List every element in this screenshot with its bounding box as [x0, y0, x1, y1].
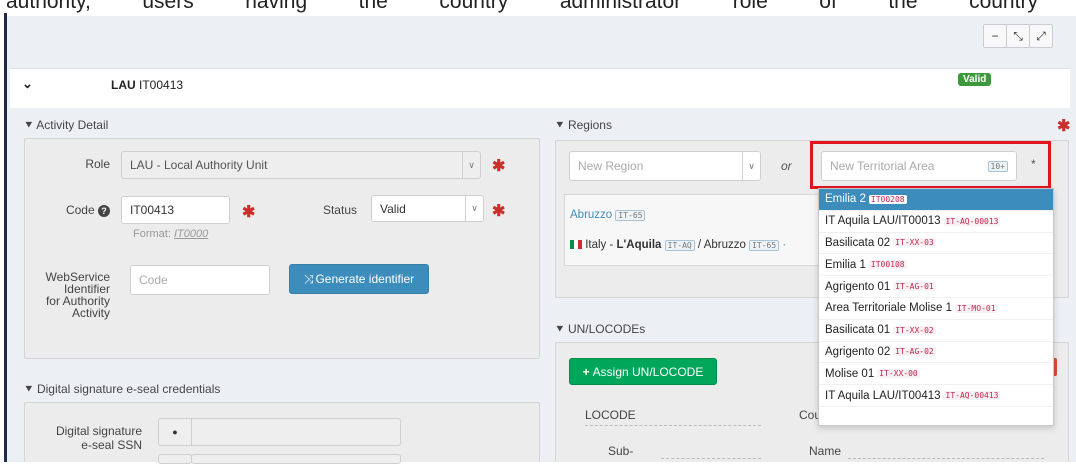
doc-word: administrator — [559, 0, 682, 13]
lau-prefix: LAU — [111, 78, 136, 92]
doc-word: authority, — [6, 0, 91, 13]
dropdown-option[interactable]: Area Territoriale Molise 1 IT-MO-01 — [819, 298, 1053, 320]
doc-word: role — [732, 0, 768, 13]
role-select[interactable]: LAU - Local Authority Unit ∨ — [121, 151, 481, 179]
chevron-down-icon: ⯆ — [555, 322, 565, 336]
dropdown-option[interactable]: IT Aquila LAU/IT00413 IT-AQ-00413 — [819, 385, 1053, 407]
sub-value-line — [661, 458, 761, 459]
format-hint: Format: IT0000 — [133, 228, 209, 240]
code-field[interactable]: IT00413 — [121, 196, 230, 224]
dropdown-option[interactable]: Molise 01 IT-XX-00 — [819, 363, 1053, 386]
window-controls: − ⤡ ⤢ — [983, 24, 1053, 48]
signature-section-title[interactable]: ⯆ Digital signature e-seal credentials — [24, 382, 220, 397]
status-badge: Valid — [958, 73, 992, 86]
region-link[interactable]: Abruzzo IT-65 — [570, 209, 646, 221]
doc-word: the — [358, 0, 388, 13]
chevron-down-icon: ⯆ — [24, 382, 34, 396]
lau-title: LAU IT00413 — [111, 78, 183, 92]
locode-label: LOCODE — [585, 408, 761, 426]
dropdown-option[interactable]: Agrigento 01 IT-AG-01 — [819, 276, 1053, 298]
document-text-line: authority, users having the country admi… — [0, 0, 1076, 16]
name-label: Name — [809, 444, 842, 458]
or-label: or — [781, 159, 792, 173]
ssn-input-2[interactable] — [191, 454, 401, 464]
chevron-down-icon: ∨ — [742, 152, 760, 180]
ssn-input[interactable] — [191, 418, 401, 446]
help-icon[interactable]: ? — [98, 205, 110, 217]
name-value-line — [848, 458, 1044, 459]
sub-label: Sub- — [608, 444, 634, 458]
doc-word: country — [439, 0, 509, 13]
italy-flag-icon — [570, 240, 582, 250]
dropdown-option[interactable]: Basilicata 01 IT-XX-02 — [819, 320, 1053, 342]
collapse-chevron-icon[interactable]: ⌄ — [22, 76, 33, 92]
ssn-label: Digital signature e-seal SSN — [55, 424, 142, 452]
doc-word: of — [819, 0, 837, 13]
new-region-select[interactable]: New Region ∨ — [569, 151, 761, 181]
ssn-addon: ● — [158, 418, 192, 446]
minimize-icon: − — [991, 29, 999, 43]
minimize-button[interactable]: − — [983, 24, 1007, 48]
doc-word: users — [142, 0, 194, 13]
dropdown-option[interactable]: IT Aquila LAU/IT00013 IT-AQ-00013 — [819, 211, 1053, 233]
chevron-down-icon: ∨ — [465, 196, 483, 221]
generate-identifier-button[interactable]: ⤨ Generate identifier — [289, 264, 429, 294]
dropdown-option[interactable]: Basilicata 02 IT-XX-03 — [819, 233, 1053, 255]
shrink-icon: ⤡ — [1013, 28, 1023, 43]
dropdown-option[interactable]: Agrigento 02 IT-AG-02 — [819, 342, 1053, 364]
webservice-code-input[interactable]: Code — [130, 265, 270, 295]
expand-button[interactable]: ⤢ — [1029, 24, 1053, 48]
chevron-down-icon: ⯆ — [24, 118, 34, 132]
status-select[interactable]: Valid ∨ — [371, 195, 484, 222]
doc-word: country — [969, 0, 1038, 13]
dropdown-option[interactable]: Emilia 2 IT00208 — [819, 189, 1053, 211]
highlight-annotation — [810, 141, 1051, 189]
region-path: Italy - L'Aquila IT-AQ / Abruzzo IT-65 · — [570, 239, 786, 251]
territorial-area-dropdown: Emilia 2 IT00208 IT Aquila LAU/IT00013 IT-… — [818, 188, 1054, 426]
activity-detail-title[interactable]: ⯆ Activity Detail — [24, 118, 108, 133]
required-asterisk: ✱ — [242, 204, 256, 221]
expand-icon: ⤢ — [1036, 28, 1046, 43]
dot-icon: ● — [172, 427, 178, 437]
required-asterisk: ✱ — [492, 158, 506, 175]
required-asterisk: ✱ — [1057, 118, 1071, 135]
shuffle-icon: ⤨ — [303, 271, 314, 286]
plus-icon: + — [582, 364, 590, 379]
unlocodes-title[interactable]: ⯆ UN/LOCODEs — [555, 322, 645, 337]
doc-word: having — [245, 0, 308, 13]
required-asterisk: ✱ — [492, 203, 506, 220]
chevron-down-icon: ⯆ — [555, 118, 565, 132]
ssn-addon-2 — [158, 454, 192, 464]
status-label: Status — [322, 203, 357, 217]
dropdown-option[interactable]: Emilia 1 IT00108 — [819, 254, 1053, 277]
assign-unlocode-button[interactable]: + Assign UN/LOCODE — [569, 358, 717, 385]
shrink-button[interactable]: ⤡ — [1006, 24, 1030, 48]
regions-title[interactable]: ⯆ Regions — [555, 118, 612, 133]
role-label: Role — [85, 157, 110, 171]
chevron-down-icon: ∨ — [462, 152, 480, 178]
doc-word: the — [888, 0, 918, 13]
lau-code: IT00413 — [139, 78, 184, 92]
webservice-label: WebService Identifier for Authority Acti… — [45, 270, 110, 320]
code-label: Code ? — [52, 203, 110, 217]
